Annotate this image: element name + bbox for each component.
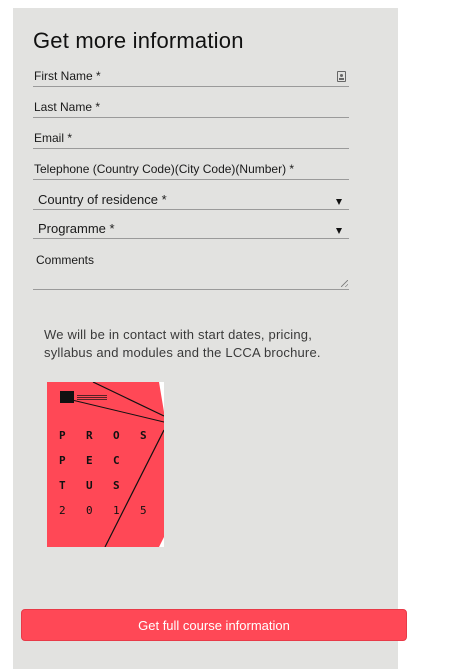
brochure-letter: C bbox=[113, 454, 120, 467]
resize-handle-icon[interactable] bbox=[341, 280, 348, 287]
info-text: We will be in contact with start dates, … bbox=[44, 327, 321, 360]
brochure-letter: S bbox=[113, 479, 120, 492]
comments-textarea[interactable]: Comments bbox=[33, 248, 349, 290]
brochure-letter: O bbox=[113, 429, 120, 442]
brochure-letter: P bbox=[59, 429, 66, 442]
last-name-field[interactable]: Last Name * bbox=[33, 97, 349, 118]
brochure-letter: E bbox=[86, 454, 93, 467]
lcca-logo-text bbox=[77, 395, 107, 401]
last-name-label: Last Name * bbox=[34, 100, 101, 114]
contact-card-icon[interactable] bbox=[337, 71, 346, 82]
brochure-letter: P bbox=[59, 454, 66, 467]
prospectus-brochure-image: P R O S P E C T U S 2 0 1 5 bbox=[47, 382, 164, 547]
email-label: Email * bbox=[34, 131, 73, 145]
form-title: Get more information bbox=[33, 28, 244, 53]
info-form-panel: Get more information First Name * Last N… bbox=[13, 8, 398, 669]
programme-select[interactable]: Programme * bbox=[33, 218, 349, 239]
comments-label: Comments bbox=[36, 253, 95, 267]
brochure-letter bbox=[140, 454, 164, 470]
first-name-label: First Name * bbox=[34, 69, 101, 83]
telephone-field[interactable]: Telephone (Country Code)(City Code)(Numb… bbox=[33, 159, 349, 180]
get-course-info-button[interactable]: Get full course information bbox=[21, 609, 407, 641]
email-field[interactable]: Email * bbox=[33, 128, 349, 149]
brochure-year-digit: 2 bbox=[59, 504, 66, 517]
programme-select-label: Programme * bbox=[38, 221, 115, 236]
prospectus-lettering: P R O S P E C T U S 2 0 1 5 bbox=[59, 429, 164, 520]
brochure-year-digit: 5 bbox=[140, 504, 147, 517]
lcca-logo bbox=[60, 391, 74, 403]
brochure-year-digit: 1 bbox=[113, 504, 120, 517]
brochure-letter: R bbox=[86, 429, 93, 442]
brochure-year-digit: 0 bbox=[86, 504, 93, 517]
country-select-label: Country of residence * bbox=[38, 192, 167, 207]
first-name-field[interactable]: First Name * bbox=[33, 66, 349, 87]
telephone-label: Telephone (Country Code)(City Code)(Numb… bbox=[34, 162, 295, 176]
brochure-letter bbox=[140, 479, 164, 495]
brochure-letter: T bbox=[59, 479, 66, 492]
dropdown-arrow-icon bbox=[336, 228, 342, 234]
brochure-letter: S bbox=[140, 429, 147, 442]
country-select[interactable]: Country of residence * bbox=[33, 189, 349, 210]
brochure-letter: U bbox=[86, 479, 93, 492]
dropdown-arrow-icon bbox=[336, 199, 342, 205]
